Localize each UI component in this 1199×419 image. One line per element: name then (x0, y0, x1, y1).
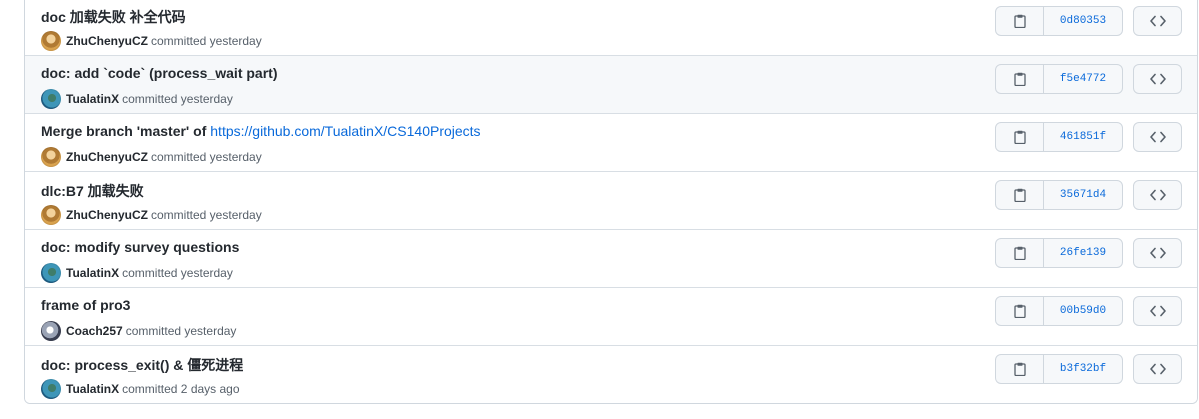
commit-meta: ZhuChenyuCZ committed yesterday (41, 31, 262, 51)
code-icon (1149, 189, 1166, 201)
copy-sha-button[interactable] (996, 297, 1044, 325)
sha-button-group: b3f32bf (995, 354, 1123, 384)
commit-time: committed 2 days ago (122, 382, 240, 396)
commit-row: doc: add `code` (process_wait part) Tual… (25, 56, 1197, 114)
commit-author[interactable]: TualatinX (66, 266, 119, 280)
sha-button-group: 35671d4 (995, 180, 1123, 210)
commit-meta: ZhuChenyuCZ committed yesterday (41, 205, 262, 225)
code-icon (1149, 305, 1166, 317)
commit-row: frame of pro3 Coach257 committed yesterd… (25, 288, 1197, 346)
commit-meta: TualatinX committed 2 days ago (41, 379, 240, 399)
avatar[interactable] (41, 263, 61, 283)
commit-sha-link[interactable]: b3f32bf (1044, 355, 1122, 383)
commit-meta: ZhuChenyuCZ committed yesterday (41, 147, 262, 167)
commit-sha-link[interactable]: f5e4772 (1044, 65, 1122, 93)
commit-row: doc 加载失败 补全代码 ZhuChenyuCZ committed yest… (25, 0, 1197, 56)
copy-sha-button[interactable] (996, 239, 1044, 267)
avatar[interactable] (41, 147, 61, 167)
commit-sha-link[interactable]: 0d80353 (1044, 7, 1122, 35)
browse-repo-button[interactable] (1133, 238, 1182, 268)
code-icon (1149, 363, 1166, 375)
commit-row: doc: process_exit() & 僵死进程 TualatinX com… (25, 346, 1197, 403)
commit-meta: Coach257 committed yesterday (41, 321, 236, 341)
commit-time: committed yesterday (151, 208, 262, 222)
avatar[interactable] (41, 205, 61, 225)
browse-repo-button[interactable] (1133, 6, 1182, 36)
commit-author[interactable]: Coach257 (66, 324, 123, 338)
sha-button-group: 461851f (995, 122, 1123, 152)
sha-button-group: 00b59d0 (995, 296, 1123, 326)
commit-time: committed yesterday (125, 324, 237, 338)
commit-row: doc: modify survey questions TualatinX c… (25, 230, 1197, 288)
sha-button-group: f5e4772 (995, 64, 1123, 94)
copy-sha-button[interactable] (996, 355, 1044, 383)
commit-author[interactable]: TualatinX (66, 382, 119, 396)
commit-time: committed yesterday (151, 34, 262, 48)
commit-row: dlc:B7 加载失败 ZhuChenyuCZ committed yester… (25, 172, 1197, 230)
commit-time: committed yesterday (122, 92, 233, 106)
commit-meta: TualatinX committed yesterday (41, 263, 233, 283)
commit-message[interactable]: doc: modify survey questions (41, 239, 239, 255)
clipboard-icon (1013, 188, 1026, 202)
commit-time: committed yesterday (151, 150, 262, 164)
copy-sha-button[interactable] (996, 181, 1044, 209)
code-icon (1149, 247, 1166, 259)
clipboard-icon (1013, 304, 1026, 318)
browse-repo-button[interactable] (1133, 180, 1182, 210)
commit-message-link[interactable]: https://github.com/TualatinX/CS140Projec… (210, 123, 480, 139)
browse-repo-button[interactable] (1133, 122, 1182, 152)
sha-button-group: 26fe139 (995, 238, 1123, 268)
commit-message[interactable]: Merge branch 'master' of https://github.… (41, 123, 481, 139)
commit-message-text[interactable]: Merge branch 'master' of (41, 123, 206, 139)
commit-row: Merge branch 'master' of https://github.… (25, 114, 1197, 172)
commit-message[interactable]: doc 加载失败 补全代码 (41, 7, 186, 27)
code-icon (1149, 73, 1166, 85)
clipboard-icon (1013, 14, 1026, 28)
commit-time: committed yesterday (122, 266, 233, 280)
browse-repo-button[interactable] (1133, 64, 1182, 94)
commit-meta: TualatinX committed yesterday (41, 89, 233, 109)
code-icon (1149, 15, 1166, 27)
clipboard-icon (1013, 246, 1026, 260)
code-icon (1149, 131, 1166, 143)
commit-author[interactable]: ZhuChenyuCZ (66, 208, 148, 222)
copy-sha-button[interactable] (996, 123, 1044, 151)
commit-message[interactable]: doc: process_exit() & 僵死进程 (41, 355, 243, 375)
commit-sha-link[interactable]: 35671d4 (1044, 181, 1122, 209)
clipboard-icon (1013, 130, 1026, 144)
avatar[interactable] (41, 321, 61, 341)
avatar[interactable] (41, 89, 61, 109)
clipboard-icon (1013, 72, 1026, 86)
commit-sha-link[interactable]: 00b59d0 (1044, 297, 1122, 325)
commit-author[interactable]: ZhuChenyuCZ (66, 34, 148, 48)
sha-button-group: 0d80353 (995, 6, 1123, 36)
commit-message[interactable]: doc: add `code` (process_wait part) (41, 65, 277, 81)
clipboard-icon (1013, 362, 1026, 376)
commit-message[interactable]: dlc:B7 加载失败 (41, 181, 144, 201)
commit-sha-link[interactable]: 461851f (1044, 123, 1122, 151)
avatar[interactable] (41, 31, 61, 51)
browse-repo-button[interactable] (1133, 296, 1182, 326)
avatar[interactable] (41, 379, 61, 399)
commit-author[interactable]: ZhuChenyuCZ (66, 150, 148, 164)
commit-author[interactable]: TualatinX (66, 92, 119, 106)
commit-sha-link[interactable]: 26fe139 (1044, 239, 1122, 267)
copy-sha-button[interactable] (996, 65, 1044, 93)
commit-list: doc 加载失败 补全代码 ZhuChenyuCZ committed yest… (24, 0, 1198, 404)
browse-repo-button[interactable] (1133, 354, 1182, 384)
commit-message[interactable]: frame of pro3 (41, 297, 130, 313)
copy-sha-button[interactable] (996, 7, 1044, 35)
